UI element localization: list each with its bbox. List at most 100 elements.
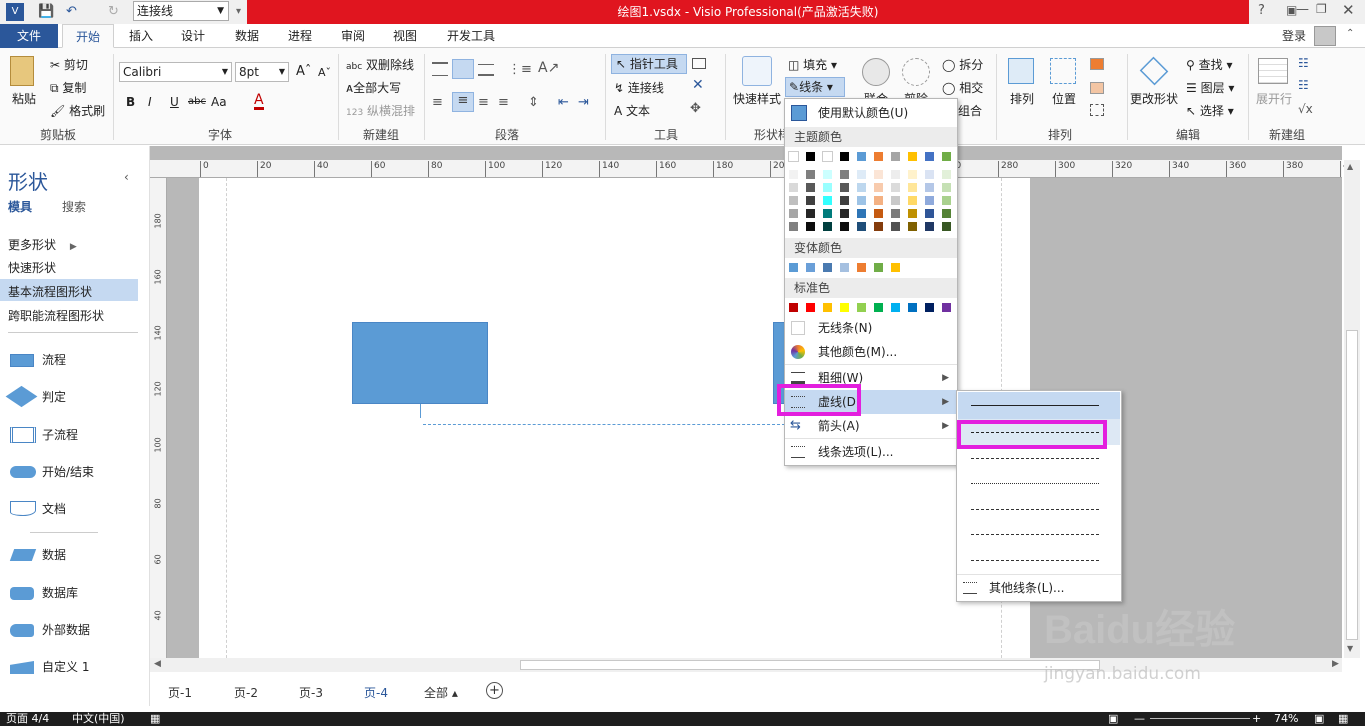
fill-button[interactable]: ◫ 填充 ▾ [788, 56, 837, 73]
standard-color-swatch[interactable] [822, 302, 833, 313]
standard-color-swatch[interactable] [890, 302, 901, 313]
align-left-icon[interactable]: ≡ [432, 95, 443, 110]
theme-color-swatch[interactable] [856, 151, 867, 162]
tab-search[interactable]: 搜索 [62, 198, 86, 215]
theme-color-swatch[interactable] [890, 195, 901, 206]
zoom-slider[interactable] [1150, 718, 1250, 719]
theme-color-swatch[interactable] [873, 221, 884, 232]
standard-color-swatch[interactable] [856, 302, 867, 313]
font-color-icon[interactable]: A [254, 93, 264, 110]
theme-color-swatch[interactable] [805, 221, 816, 232]
format-painter-button[interactable]: 🖌 格式刷 [50, 102, 105, 119]
no-line-item[interactable]: 无线条(N) [785, 316, 957, 340]
standard-color-swatch[interactable] [839, 302, 850, 313]
dashed-connector[interactable] [423, 424, 785, 425]
theme-color-swatch[interactable] [941, 195, 952, 206]
scroll-up-icon[interactable]: ▲ [1347, 162, 1353, 171]
align-icon[interactable] [1090, 82, 1104, 94]
decrease-indent-icon[interactable]: ⇤ [558, 95, 569, 110]
theme-color-swatch[interactable] [873, 195, 884, 206]
minimize-icon[interactable]: — [1296, 2, 1309, 17]
rectangle-tool-icon[interactable] [692, 58, 706, 69]
dash-option-solid[interactable] [971, 405, 1099, 406]
change-shape-icon[interactable] [1139, 56, 1169, 86]
fit-page-icon[interactable]: ▣ [1108, 712, 1118, 726]
combine-button[interactable]: 组合 [958, 102, 982, 119]
collapse-ribbon-icon[interactable]: ⌃ [1346, 28, 1354, 39]
redo-icon[interactable]: ↻ [108, 2, 119, 22]
equation-icon-2[interactable]: ☷ [1298, 78, 1309, 92]
quick-styles-icon[interactable] [742, 56, 772, 86]
tab-view[interactable]: 视图 [382, 24, 428, 48]
arrange-button[interactable]: 排列 [1010, 90, 1034, 107]
theme-color-swatch[interactable] [788, 208, 799, 219]
align-right-icon[interactable]: ≡ [478, 95, 489, 110]
all-caps-button[interactable]: ᴀ全部大写 [346, 79, 401, 96]
zoom-out-icon[interactable]: — [1134, 712, 1145, 726]
split-button[interactable]: ◯ 拆分 [942, 56, 983, 73]
macro-record-icon[interactable]: ▦ [150, 712, 160, 726]
add-page-icon[interactable]: + [486, 682, 503, 699]
theme-color-swatch[interactable] [788, 169, 799, 180]
paste-icon[interactable] [10, 56, 34, 86]
theme-color-swatch[interactable] [890, 151, 901, 162]
copy-button[interactable]: ⧉ 复制 [50, 79, 86, 96]
theme-color-swatch[interactable] [924, 169, 935, 180]
tab-data[interactable]: 数据 [224, 24, 270, 48]
theme-color-swatch[interactable] [805, 195, 816, 206]
collapse-panel-icon[interactable]: ‹ [124, 170, 129, 184]
sqrt-icon[interactable]: √x [1298, 102, 1313, 116]
line-options-item[interactable]: 线条选项(L)... [785, 440, 957, 464]
theme-color-swatch[interactable] [890, 169, 901, 180]
theme-color-swatch[interactable] [839, 221, 850, 232]
variant-color-swatch[interactable] [839, 262, 850, 273]
tab-process[interactable]: 进程 [277, 24, 323, 48]
theme-color-swatch[interactable] [924, 221, 935, 232]
select-button[interactable]: ↖ 选择 ▾ [1186, 102, 1234, 119]
basic-flowchart-item[interactable]: 基本流程图形状 [8, 283, 92, 300]
undo-icon[interactable]: ↶ [66, 2, 77, 22]
table-icon[interactable] [1258, 58, 1288, 84]
italic-button[interactable]: I [148, 95, 152, 109]
close-icon[interactable]: ✕ [1342, 1, 1355, 19]
arrows-item[interactable]: ⇆ 箭头(A) ▶ [785, 414, 957, 438]
tab-design[interactable]: 设计 [170, 24, 216, 48]
cross-functional-item[interactable]: 跨职能流程图形状 [8, 307, 104, 324]
theme-color-swatch[interactable] [822, 195, 833, 206]
tab-developer[interactable]: 开发工具 [440, 24, 502, 48]
tab-home[interactable]: 开始 [62, 24, 114, 48]
intersect-button[interactable]: ◯ 相交 [942, 79, 983, 96]
text-direction-icon[interactable]: A↗ [538, 60, 559, 76]
dash-option-dash[interactable] [971, 458, 1099, 459]
dash-option-dash-dot[interactable] [971, 509, 1099, 510]
shrink-font-icon[interactable]: Aˇ [318, 66, 331, 79]
page-tab-4[interactable]: 页-4 [364, 684, 388, 701]
dash-option-long-dash-dot[interactable] [971, 560, 1099, 561]
arrange-icon[interactable] [1008, 58, 1034, 84]
maximize-icon[interactable]: ❐ [1316, 2, 1327, 16]
union-icon[interactable] [862, 58, 890, 86]
theme-color-swatch[interactable] [839, 195, 850, 206]
tab-file[interactable]: 文件 [0, 24, 58, 48]
scroll-down-icon[interactable]: ▼ [1347, 644, 1353, 653]
line-button[interactable]: ✎线条 ▾ [785, 77, 845, 97]
font-name-box[interactable]: Calibri ▼ [119, 62, 232, 82]
customize-qat-icon[interactable]: ▾ [236, 2, 241, 22]
theme-color-swatch[interactable] [822, 169, 833, 180]
bold-button[interactable]: B [126, 95, 135, 109]
fit-window-icon[interactable]: ▣ [1314, 712, 1324, 726]
variant-color-swatch[interactable] [788, 262, 799, 273]
fragment-icon[interactable] [902, 58, 930, 86]
equation-icon-1[interactable]: ☷ [1298, 56, 1309, 70]
variant-color-swatch[interactable] [890, 262, 901, 273]
theme-color-swatch[interactable] [839, 169, 850, 180]
page-tab-3[interactable]: 页-3 [299, 684, 323, 701]
theme-color-swatch[interactable] [788, 182, 799, 193]
bring-forward-icon[interactable] [1090, 58, 1104, 70]
theme-color-swatch[interactable] [907, 195, 918, 206]
theme-color-swatch[interactable] [873, 182, 884, 193]
theme-color-swatch[interactable] [924, 195, 935, 206]
theme-color-swatch[interactable] [788, 195, 799, 206]
theme-color-swatch[interactable] [941, 151, 952, 162]
layers-button[interactable]: ☰ 图层 ▾ [1186, 79, 1234, 96]
